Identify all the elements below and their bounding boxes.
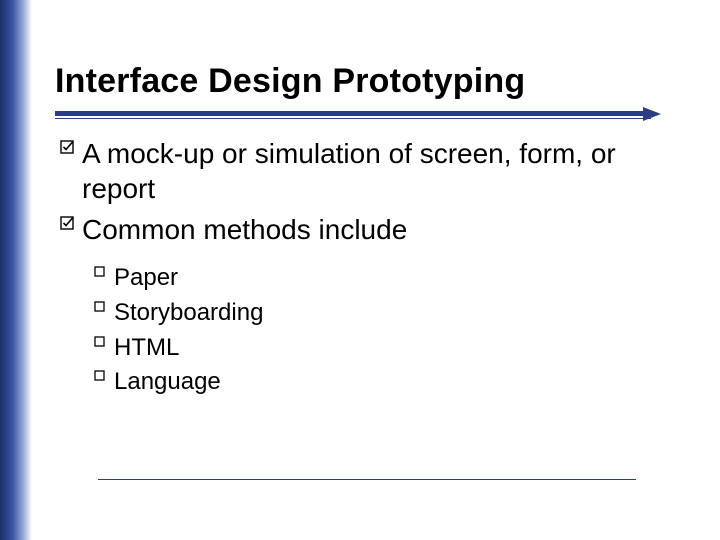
list-item: Paper — [94, 261, 660, 296]
list-item: Common methods include — [60, 212, 660, 247]
square-outline-icon — [94, 331, 114, 347]
title-block: Interface Design Prototyping — [55, 62, 665, 119]
list-item-text: Storyboarding — [114, 296, 660, 331]
slide-title: Interface Design Prototyping — [55, 62, 665, 101]
list-item-text: A mock-up or simulation of screen, form,… — [82, 136, 660, 206]
list-item-text: Common methods include — [82, 212, 660, 247]
title-underline — [55, 111, 651, 119]
square-outline-icon — [94, 261, 114, 277]
list-item-text: Language — [114, 365, 660, 400]
arrowhead-icon — [643, 107, 661, 121]
title-underline-thick — [55, 111, 651, 116]
list-item-text: Paper — [114, 261, 660, 296]
list-item: Language — [94, 365, 660, 400]
list-item: Storyboarding — [94, 296, 660, 331]
checkbox-checked-icon — [60, 212, 82, 230]
square-outline-icon — [94, 296, 114, 312]
list-item-text: HTML — [114, 331, 660, 366]
list-item: HTML — [94, 331, 660, 366]
list-item: A mock-up or simulation of screen, form,… — [60, 136, 660, 206]
title-underline-thin — [55, 118, 651, 119]
bottom-divider — [98, 479, 636, 480]
square-outline-icon — [94, 365, 114, 381]
sublist: Paper Storyboarding HTML — [94, 261, 660, 400]
body-content: A mock-up or simulation of screen, form,… — [60, 136, 660, 400]
checkbox-checked-icon — [60, 136, 82, 154]
sidebar-gradient — [0, 0, 32, 540]
slide: Interface Design Prototyping A mock-up o… — [0, 0, 720, 540]
